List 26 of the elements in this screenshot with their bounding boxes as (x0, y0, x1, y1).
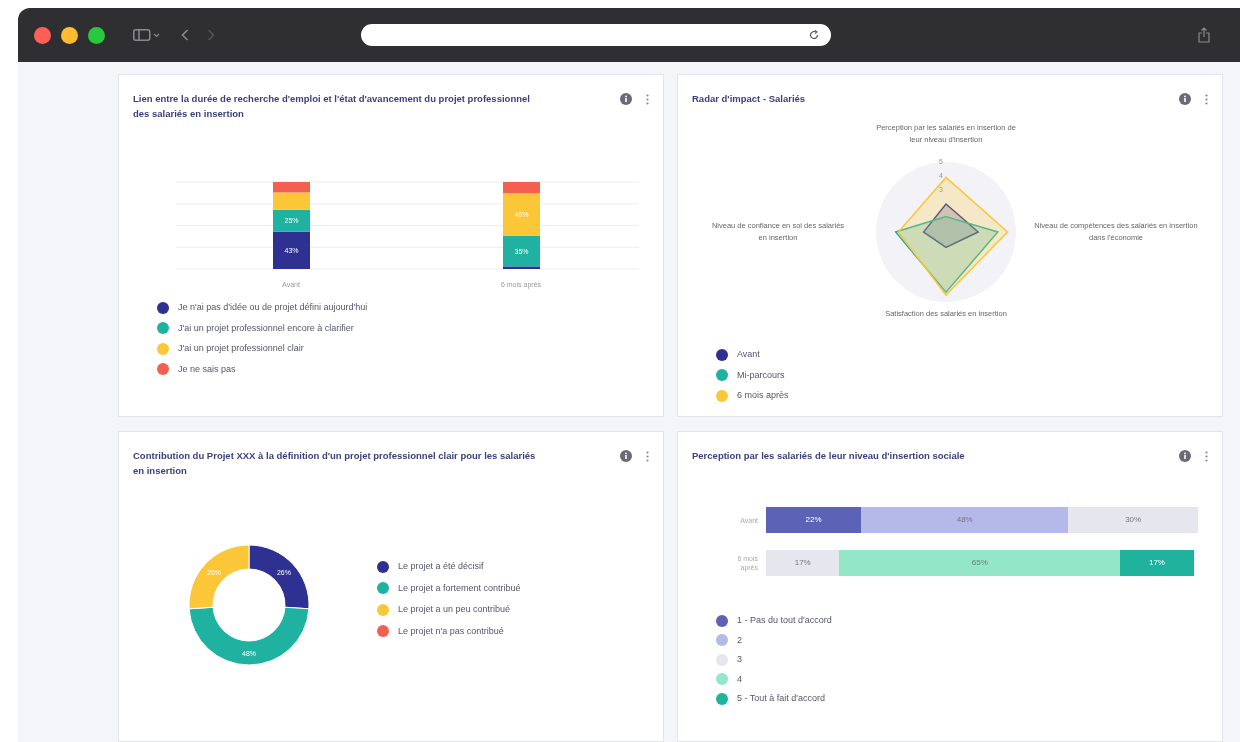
legend-label: 5 - Tout à fait d'accord (737, 692, 826, 705)
card-title: Radar d'impact - Salariés (692, 92, 806, 106)
data-label: 17% (794, 557, 811, 569)
legend-label: Je n'ai pas d'idée ou de projet défini aujourd'hui (178, 301, 368, 314)
legend-label: J'ai un projet professionnel clair (178, 342, 304, 355)
data-label: 30% (1125, 514, 1142, 526)
data-label: 22% (805, 514, 822, 526)
legend-label: 4 (737, 672, 742, 686)
legend-label: Mi-parcours (737, 368, 785, 382)
card-title: Contribution du Projet XXX à la définition d'un projet professionnel clair pour les salariés en insertion (133, 449, 537, 478)
legend-label: 2 (737, 633, 742, 647)
legend-label: J'ai un projet professionnel encore à clarifier (178, 321, 354, 335)
legend-label: 3 (737, 653, 742, 666)
legend-label: Le projet n'a pas contribué (398, 624, 504, 638)
data-label: 48% (956, 514, 973, 526)
legend-label: Le projet a été décisif (398, 560, 484, 573)
legend-label: Le projet a fortement contribué (398, 581, 521, 595)
legend-label: 6 mois après (737, 389, 789, 402)
card-title: Perception par les salariés de leur niveau d'insertion sociale (692, 449, 965, 463)
legend-label: Avant (737, 348, 760, 361)
legend-label: 1 - Pas du tout d'accord (737, 614, 832, 627)
legend-label: Je ne sais pas (178, 362, 236, 376)
data-label: 65% (971, 557, 988, 569)
data-label: 17% (1148, 557, 1165, 569)
card-title: Lien entre la durée de recherche d'emploi et l'état d'avancement du projet professionnel des salariés en insertion (133, 92, 531, 121)
legend-label: Le projet a un peu contribué (398, 603, 511, 616)
